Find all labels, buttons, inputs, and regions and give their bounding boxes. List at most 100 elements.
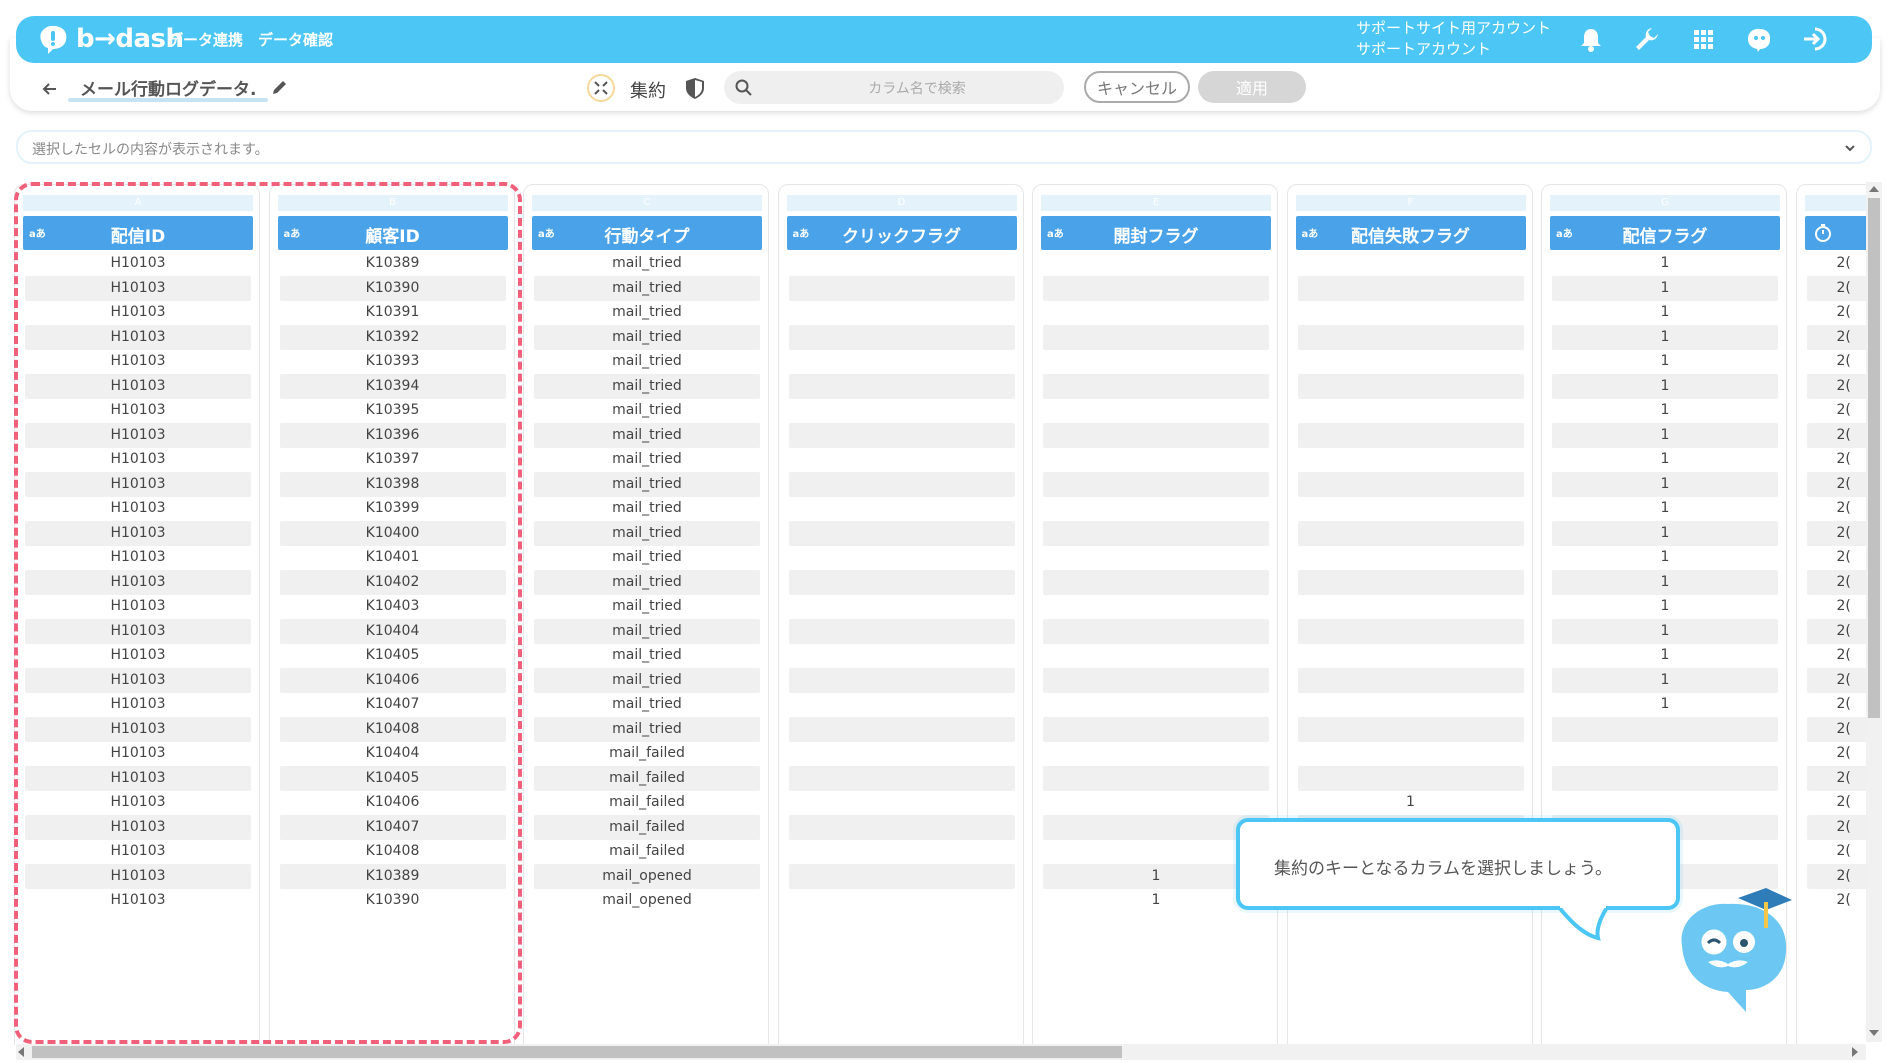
table-cell[interactable] (1043, 324, 1269, 350)
table-cell[interactable] (1552, 716, 1778, 742)
bell-icon[interactable] (1576, 24, 1606, 54)
column-search-input[interactable] (770, 71, 1064, 106)
table-cell[interactable] (1297, 716, 1524, 742)
table-cell[interactable] (1043, 667, 1269, 693)
table-cell[interactable]: H10103 (25, 373, 251, 399)
table-cell[interactable]: K10405 (279, 765, 506, 791)
table-cell[interactable] (1043, 349, 1269, 374)
pencil-edit-icon[interactable] (270, 77, 290, 97)
table-cell[interactable]: mail_opened (534, 863, 760, 889)
table-cell[interactable]: 1 (1552, 545, 1778, 570)
table-cell[interactable] (1043, 545, 1269, 570)
table-cell[interactable]: 1 (1298, 790, 1524, 815)
table-cell[interactable] (789, 545, 1015, 570)
table-cell[interactable] (789, 398, 1015, 423)
table-cell[interactable] (788, 765, 1015, 791)
table-cell[interactable]: K10402 (279, 569, 506, 595)
table-cell[interactable] (1298, 398, 1524, 423)
table-cell[interactable]: 1 (1552, 618, 1778, 644)
table-cell[interactable] (1043, 471, 1269, 497)
table-cell[interactable]: 1 (1552, 251, 1778, 276)
column-letter[interactable]: B (277, 195, 508, 211)
table-cell[interactable]: 1 (1552, 692, 1778, 717)
table-cell[interactable]: H10103 (25, 863, 251, 889)
table-cell[interactable]: mail_tried (534, 692, 760, 717)
table-cell[interactable] (1552, 790, 1778, 815)
table-cell[interactable]: K10390 (279, 275, 506, 301)
table-cell[interactable]: mail_failed (534, 839, 760, 864)
table-cell[interactable]: mail_opened (534, 888, 760, 913)
table-cell[interactable] (788, 422, 1015, 448)
table-cell[interactable] (788, 814, 1015, 840)
table-cell[interactable]: 1 (1552, 349, 1778, 374)
table-cell[interactable]: mail_tried (534, 471, 760, 497)
table-cell[interactable]: H10103 (25, 545, 251, 570)
chevron-down-icon[interactable] (1842, 140, 1858, 156)
table-cell[interactable]: mail_tried (534, 300, 760, 325)
table-cell[interactable] (1043, 594, 1269, 619)
table-cell[interactable] (788, 324, 1015, 350)
table-cell[interactable]: H10103 (25, 496, 251, 521)
vertical-scroll-thumb[interactable] (1868, 198, 1880, 718)
table-cell[interactable] (789, 300, 1015, 325)
table-cell[interactable] (1043, 447, 1269, 472)
table-cell[interactable] (789, 643, 1015, 668)
table-cell[interactable]: mail_tried (534, 349, 760, 374)
table-cell[interactable]: K10390 (280, 888, 506, 913)
table-cell[interactable] (1043, 275, 1269, 301)
table-cell[interactable]: K10399 (280, 496, 506, 521)
table-cell[interactable] (788, 275, 1015, 301)
table-cell[interactable]: K10404 (280, 741, 506, 766)
table-cell[interactable]: mail_tried (534, 569, 760, 595)
table-cell[interactable]: mail_failed (534, 790, 760, 815)
column-header[interactable]: aあ 配信失敗フラグ (1295, 216, 1526, 250)
table-cell[interactable]: mail_tried (534, 520, 760, 546)
table-cell[interactable]: 1 (1552, 373, 1778, 399)
apply-button[interactable]: 適用 (1198, 71, 1306, 103)
table-cell[interactable] (1043, 373, 1269, 399)
column-header[interactable]: aあ クリックフラグ (786, 216, 1017, 250)
table-cell[interactable]: mail_tried (534, 618, 760, 644)
table-cell[interactable] (788, 471, 1015, 497)
table-cell[interactable]: H10103 (25, 349, 251, 374)
apps-grid-icon[interactable] (1688, 24, 1718, 54)
table-cell[interactable]: mail_tried (534, 275, 760, 301)
table-cell[interactable] (1298, 545, 1524, 570)
app-logo[interactable]: b→dash (36, 22, 184, 56)
mascot-help-icon[interactable] (1744, 24, 1774, 54)
table-cell[interactable]: K10389 (280, 251, 506, 276)
table-cell[interactable]: H10103 (25, 594, 251, 619)
table-cell[interactable]: 1 (1552, 447, 1778, 472)
column-header[interactable]: aあ 顧客ID (277, 216, 508, 250)
table-cell[interactable]: K10408 (280, 839, 506, 864)
table-cell[interactable]: 1 (1552, 422, 1778, 448)
table-cell[interactable]: mail_tried (534, 422, 760, 448)
table-cell[interactable] (1043, 569, 1269, 595)
table-cell[interactable] (1043, 692, 1269, 717)
table-cell[interactable]: mail_tried (534, 373, 760, 399)
table-cell[interactable]: K10406 (280, 790, 506, 815)
horizontal-scroll-thumb[interactable] (32, 1046, 1122, 1058)
table-cell[interactable]: 1 (1552, 643, 1778, 668)
table-cell[interactable] (1297, 275, 1524, 301)
table-cell[interactable]: mail_tried (534, 447, 760, 472)
table-cell[interactable]: H10103 (25, 790, 251, 815)
table-cell[interactable] (1043, 520, 1269, 546)
table-cell[interactable]: mail_tried (534, 251, 760, 276)
table-cell[interactable]: 1 (1552, 594, 1778, 619)
nav-data-integration[interactable]: データ連携 (168, 29, 243, 50)
table-cell[interactable] (1298, 643, 1524, 668)
table-cell[interactable] (788, 716, 1015, 742)
table-cell[interactable] (1298, 300, 1524, 325)
table-cell[interactable]: H10103 (25, 520, 251, 546)
table-cell[interactable]: K10389 (279, 863, 506, 889)
table-cell[interactable]: 1 (1552, 471, 1778, 497)
table-cell[interactable] (1297, 765, 1524, 791)
table-cell[interactable]: H10103 (25, 300, 251, 325)
table-cell[interactable]: H10103 (25, 447, 251, 472)
table-cell[interactable] (1043, 618, 1269, 644)
table-cell[interactable] (1297, 422, 1524, 448)
table-cell[interactable]: mail_failed (534, 765, 760, 791)
column-letter[interactable]: F (1295, 195, 1526, 211)
table-cell[interactable]: H10103 (25, 422, 251, 448)
